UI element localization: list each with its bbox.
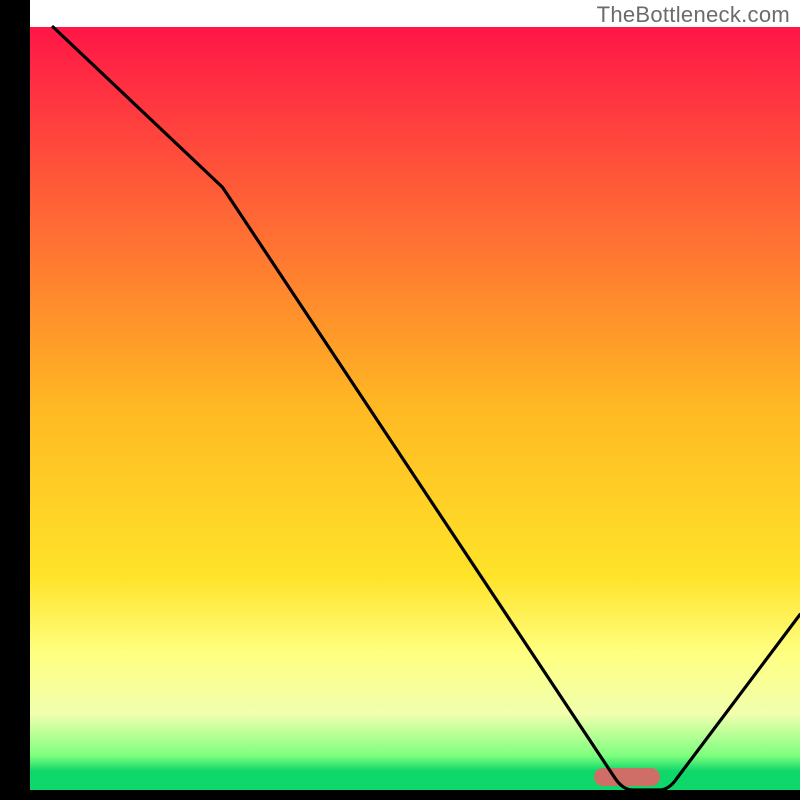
optimal-marker bbox=[594, 768, 660, 786]
watermark-text: TheBottleneck.com bbox=[597, 2, 790, 28]
x-axis bbox=[0, 790, 800, 800]
y-axis bbox=[0, 0, 30, 800]
plot-background bbox=[30, 27, 800, 790]
bottleneck-chart bbox=[0, 0, 800, 800]
chart-container: TheBottleneck.com bbox=[0, 0, 800, 800]
